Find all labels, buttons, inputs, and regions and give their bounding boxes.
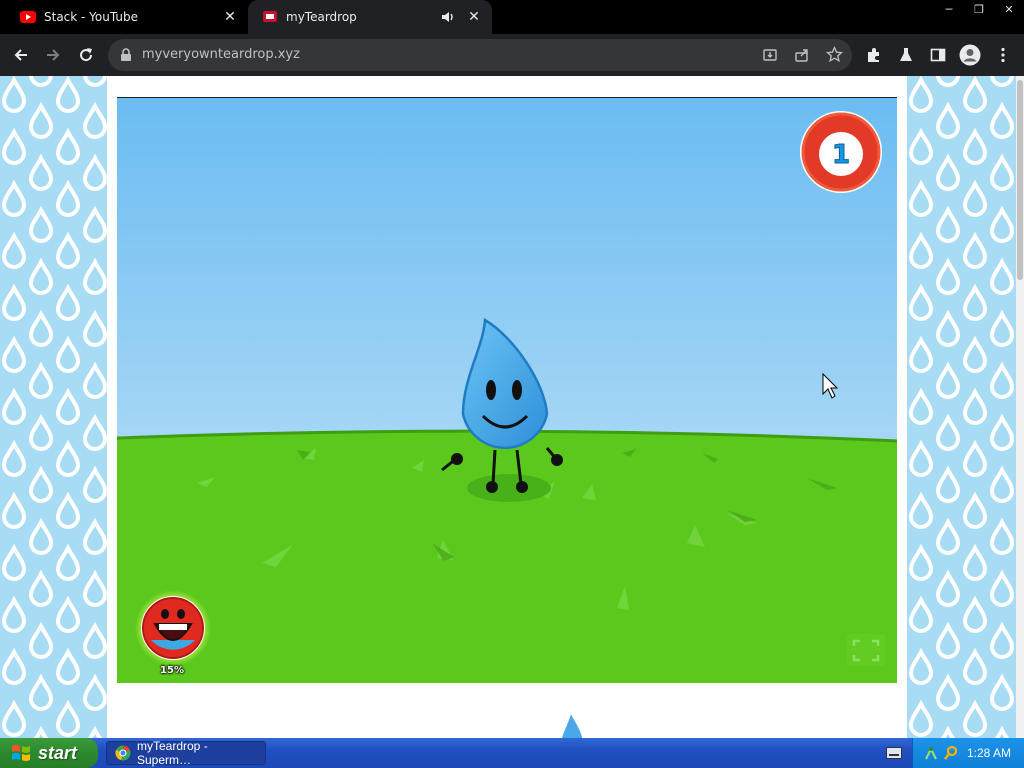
mood-percent: 15% (160, 665, 184, 676)
side-panel-button[interactable] (925, 42, 951, 68)
minimize-icon[interactable]: ─ (934, 0, 964, 18)
flask-icon (900, 48, 912, 61)
forward-arrow-icon (47, 49, 60, 61)
puzzle-icon (868, 48, 879, 62)
windows-taskbar: start myTeardrop - Superm… 1:28 AM (0, 738, 1024, 768)
chrome-icon (115, 745, 131, 761)
reload-button[interactable] (73, 42, 99, 68)
bookmark-star-icon[interactable] (826, 46, 843, 63)
start-label: start (38, 742, 78, 763)
network-icon[interactable] (923, 745, 939, 761)
teardrop-pattern-right (907, 76, 1016, 738)
profile-button[interactable] (957, 42, 983, 68)
share-icon[interactable] (794, 47, 810, 63)
reload-icon (80, 48, 93, 62)
close-window-icon[interactable]: ✕ (994, 0, 1024, 18)
back-arrow-icon (14, 49, 27, 61)
tab-title: Stack - YouTube (44, 10, 138, 24)
page-scrollbar[interactable] (1016, 76, 1024, 738)
speaker-icon[interactable] (440, 9, 456, 25)
teardrop-preview-icon (562, 714, 583, 738)
taskbar-item-myteardrop[interactable]: myTeardrop - Superm… (106, 739, 266, 767)
kebab-menu-icon (1001, 47, 1005, 63)
browser-toolbar: myveryownteardrop.xyz (0, 34, 1024, 76)
side-panel-icon (930, 48, 946, 62)
forward-button[interactable] (40, 42, 66, 68)
system-tray: 1:28 AM (912, 738, 1024, 768)
tab-title: myTeardrop (286, 10, 357, 24)
address-bar[interactable]: myveryownteardrop.xyz (108, 39, 852, 71)
game-scene (117, 98, 897, 683)
avatar-icon (959, 44, 981, 66)
menu-button[interactable] (990, 42, 1016, 68)
game-canvas[interactable]: 1 15% (117, 97, 897, 683)
keyboard-icon[interactable] (886, 747, 902, 759)
level-number: 1 (832, 140, 850, 170)
window-controls: ─ ❐ ✕ (934, 0, 1024, 20)
scrollbar-thumb[interactable] (1017, 80, 1023, 280)
youtube-icon (20, 11, 36, 23)
close-tab-icon[interactable]: ✕ (220, 9, 240, 25)
restore-icon[interactable]: ❐ (964, 0, 994, 18)
url-text[interactable]: myveryownteardrop.xyz (142, 39, 300, 71)
mood-meter-icon[interactable] (135, 590, 211, 666)
search-icon[interactable] (943, 745, 959, 761)
tab-strip: Stack - YouTube ✕ myTeardrop ✕ ─ ❐ ✕ (0, 0, 1024, 34)
extensions-button[interactable] (861, 42, 887, 68)
tab-youtube[interactable]: Stack - YouTube ✕ (0, 0, 248, 34)
clock[interactable]: 1:28 AM (967, 746, 1011, 760)
taskbar-item-label: myTeardrop - Superm… (137, 739, 208, 767)
windows-logo-icon (12, 745, 30, 761)
teardrop-pattern-left (0, 76, 107, 738)
tab-myteardrop[interactable]: myTeardrop ✕ (248, 0, 492, 34)
level-badge: 1 (800, 111, 882, 193)
grass-field (117, 431, 897, 683)
teardrop-site-icon (263, 11, 277, 22)
lock-icon[interactable] (120, 48, 132, 62)
close-tab-icon[interactable]: ✕ (464, 9, 484, 25)
back-button[interactable] (8, 42, 34, 68)
fullscreen-button[interactable] (847, 634, 885, 666)
start-button[interactable]: start (0, 738, 98, 768)
install-icon[interactable] (762, 47, 778, 63)
labs-button[interactable] (893, 42, 919, 68)
